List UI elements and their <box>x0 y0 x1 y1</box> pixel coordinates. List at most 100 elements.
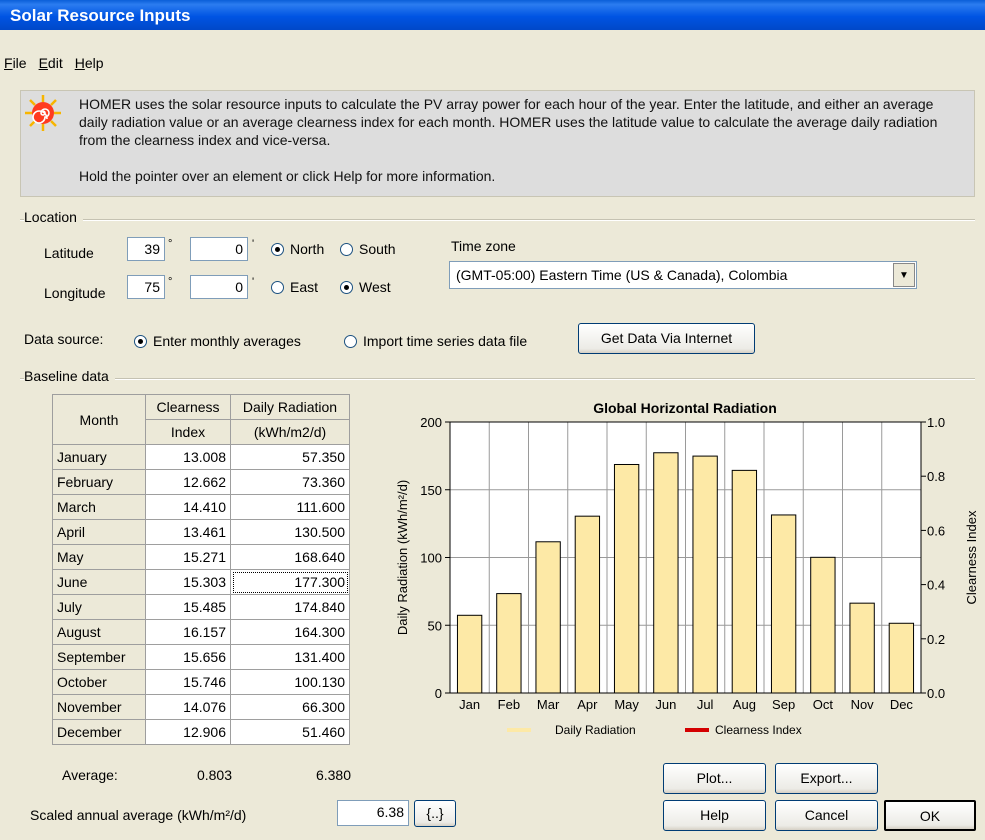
baseline-group-label: Baseline data <box>24 368 115 384</box>
radiation-cell[interactable]: 111.600 <box>230 494 350 520</box>
y2-tick-label: 0.2 <box>927 632 945 647</box>
table-row: June 15.303 177.300 <box>52 569 350 595</box>
scaled-average-options-button[interactable]: {..} <box>414 800 456 827</box>
table-row: January 13.008 57.350 <box>52 444 350 470</box>
chart-title: Global Horizontal Radiation <box>593 400 777 416</box>
scaled-annual-average-input[interactable]: 6.38 <box>337 800 409 826</box>
minute-symbol: ' <box>252 238 255 250</box>
radiation-cell[interactable]: 174.840 <box>230 594 350 620</box>
clearness-cell[interactable]: 15.303 <box>145 569 231 595</box>
ok-button[interactable]: OK <box>884 800 976 831</box>
clearness-cell[interactable]: 13.461 <box>145 519 231 545</box>
month-cell: July <box>52 594 146 620</box>
y-axis-label: Daily Radiation (kWh/m²/d) <box>395 480 410 635</box>
clearness-cell[interactable]: 14.410 <box>145 494 231 520</box>
latitude-degrees-input[interactable]: 39 <box>127 237 165 261</box>
radiation-cell[interactable]: 51.460 <box>230 719 350 745</box>
bar-may <box>613 463 640 694</box>
bar-jul <box>692 455 718 694</box>
radiation-cell[interactable]: 168.640 <box>230 544 350 570</box>
clearness-cell[interactable]: 15.746 <box>145 669 231 695</box>
month-cell: September <box>52 644 146 670</box>
minute-symbol: ' <box>252 276 255 288</box>
help-button[interactable]: Help <box>663 800 766 831</box>
bar-apr <box>574 515 601 694</box>
latitude-label: Latitude <box>44 245 94 261</box>
table-row: September 15.656 131.400 <box>52 644 350 670</box>
north-label: North <box>290 241 325 257</box>
info-hint: Hold the pointer over an element or clic… <box>79 168 496 184</box>
radiation-cell[interactable]: 57.350 <box>230 444 350 470</box>
radio-dot <box>344 334 357 348</box>
radiation-cell[interactable]: 130.500 <box>230 519 350 545</box>
table-row: December 12.906 51.460 <box>52 719 350 745</box>
menu-help[interactable]: Help <box>69 52 110 71</box>
column-header-radiation-unit: (kWh/m2/d) <box>230 419 350 445</box>
south-radio[interactable]: South <box>340 241 396 257</box>
table-row: October 15.746 100.130 <box>52 669 350 695</box>
latitude-minutes-input[interactable]: 0 <box>190 237 248 261</box>
table-row: May 15.271 168.640 <box>52 544 350 570</box>
timezone-dropdown[interactable]: (GMT-05:00) Eastern Time (US & Canada), … <box>449 261 917 289</box>
clearness-cell[interactable]: 16.157 <box>145 619 231 645</box>
menu-bar: File Edit Help <box>0 52 985 76</box>
y2-tick-label: 1.0 <box>927 415 945 430</box>
y-tick-label: 150 <box>420 483 442 498</box>
bar-sep <box>770 514 797 694</box>
radiation-cell[interactable]: 164.300 <box>230 619 350 645</box>
info-panel: HOMER uses the solar resource inputs to … <box>20 90 975 197</box>
clearness-cell[interactable]: 15.271 <box>145 544 231 570</box>
radiation-cell[interactable]: 100.130 <box>230 669 350 695</box>
clearness-cell[interactable]: 12.906 <box>145 719 231 745</box>
x-tick-label: Jul <box>697 697 714 712</box>
month-cell: March <box>52 494 146 520</box>
radiation-cell[interactable]: 66.300 <box>230 694 350 720</box>
table-row: March 14.410 111.600 <box>52 494 350 520</box>
plot-button[interactable]: Plot... <box>663 763 766 794</box>
info-text: HOMER uses the solar resource inputs to … <box>79 96 938 148</box>
clearness-cell[interactable]: 15.656 <box>145 644 231 670</box>
radiation-cell[interactable]: 177.300 <box>230 569 350 595</box>
radio-dot <box>271 280 284 294</box>
radiation-cell[interactable]: 73.360 <box>230 469 350 495</box>
column-header-clearness-sub: Index <box>145 419 231 445</box>
datasource-label: Data source: <box>24 331 104 347</box>
column-header-clearness: Clearness <box>145 394 231 420</box>
bar-feb <box>496 593 522 694</box>
clearness-cell[interactable]: 14.076 <box>145 694 231 720</box>
export-button[interactable]: Export... <box>775 763 878 794</box>
cancel-button[interactable]: Cancel <box>775 800 878 831</box>
radio-dot <box>340 242 353 256</box>
clearness-cell[interactable]: 13.008 <box>145 444 231 470</box>
north-radio[interactable]: North <box>271 241 324 257</box>
x-tick-label: Dec <box>890 697 914 712</box>
radiation-cell[interactable]: 131.400 <box>230 644 350 670</box>
menu-file[interactable]: File <box>0 52 33 71</box>
x-tick-label: Sep <box>772 697 795 712</box>
east-radio[interactable]: East <box>271 279 318 295</box>
clearness-cell[interactable]: 15.485 <box>145 594 231 620</box>
bar-jan <box>456 614 483 694</box>
menu-edit[interactable]: Edit <box>33 52 69 71</box>
column-header-radiation: Daily Radiation <box>230 394 350 420</box>
bar-aug <box>731 469 758 694</box>
get-data-via-internet-button[interactable]: Get Data Via Internet <box>578 323 755 354</box>
monthly-averages-radio[interactable]: Enter monthly averages <box>134 333 301 349</box>
longitude-degrees-input[interactable]: 75 <box>127 275 165 299</box>
radio-dot <box>271 242 284 256</box>
chevron-down-icon[interactable]: ▼ <box>893 263 915 287</box>
plot-button-label: Plot... <box>696 770 733 786</box>
bar-nov <box>849 602 875 694</box>
x-tick-label: Oct <box>813 697 834 712</box>
baseline-divider <box>20 378 975 380</box>
import-timeseries-label: Import time series data file <box>363 333 528 349</box>
longitude-minutes-input[interactable]: 0 <box>190 275 248 299</box>
import-timeseries-radio[interactable]: Import time series data file <box>344 333 527 349</box>
west-radio[interactable]: West <box>340 279 391 295</box>
month-cell: April <box>52 519 146 545</box>
clearness-cell[interactable]: 12.662 <box>145 469 231 495</box>
bar-jun <box>653 452 679 694</box>
y2-tick-label: 0.6 <box>927 523 945 538</box>
month-cell: August <box>52 619 146 645</box>
month-cell: January <box>52 444 146 470</box>
